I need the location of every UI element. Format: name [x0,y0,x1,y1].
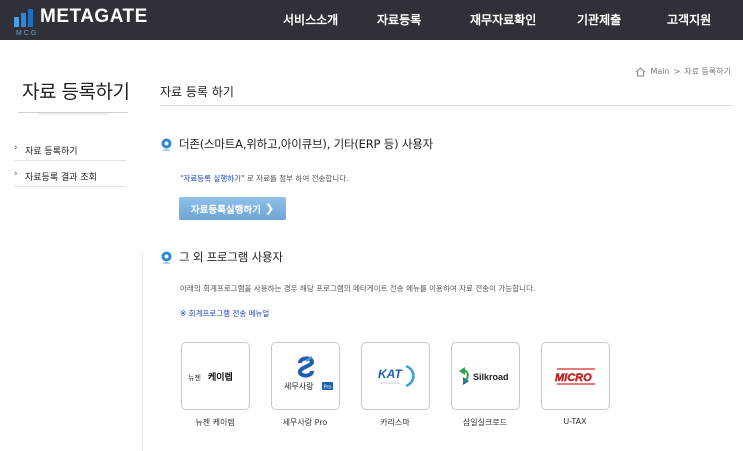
program-label: 카리스마 [380,418,410,427]
button-label: 자료등록실행하기 [190,204,261,216]
logo-bars-icon [14,9,36,27]
breadcrumb: Main > 자료 등록하기 [635,66,731,77]
program-tile-utax[interactable]: MICRO [541,342,610,410]
program-tile-karisma[interactable]: KAT [361,342,430,410]
note-highlight: "자료등록 실행하기" [180,174,245,183]
sidebar-title-shadow [38,113,108,116]
chevron-right-icon: › [14,169,18,179]
sidebar-item-label: 자료 등록하기 [25,147,78,157]
svg-text:KAT: KAT [378,367,403,381]
kat-logo: KAT [378,364,415,388]
breadcrumb-separator: > [673,67,681,76]
chevron-right-icon: ❯ [264,202,275,215]
logo-subtext: MCG [16,30,39,37]
nav-data-registration[interactable]: 자료등록 [377,0,421,40]
nav-customer-support[interactable]: 고객지원 [667,0,711,40]
program-tile-samil-silkroad[interactable]: Silkroad [451,342,520,410]
program-tile-newgen-krep[interactable]: 뉴젠 케이렙 [181,342,250,410]
top-navigation-bar: METAGATE MCG 서비스소개 자료등록 재무자료확인 기관제출 고객지원 [0,0,743,40]
home-icon[interactable] [635,66,646,77]
section-heading-other: 그 외 프로그램 사용자 [160,249,283,265]
location-pin-icon [161,251,172,264]
newgen-krep-logo: 뉴젠 케이렙 [188,371,233,383]
title-divider [160,105,733,106]
breadcrumb-home[interactable]: Main [650,67,669,76]
program-tile-semusarang[interactable]: 세무사랑 Pro [271,342,340,410]
sidebar-item-register[interactable]: › 자료 등록하기 [14,140,126,160]
silkroad-logo: Silkroad [458,367,509,385]
sidebar-divider [14,186,126,187]
section-heading-text: 그 외 프로그램 사용자 [179,250,283,264]
run-data-registration-button[interactable]: 자료등록실행하기 ❯ [179,197,286,220]
logo-text: METAGATE [40,6,148,27]
sidebar-item-label: 자료등록 결과 조회 [25,173,97,183]
sidebar-item-results[interactable]: › 자료등록 결과 조회 [14,166,126,186]
nav-financial-check[interactable]: 재무자료확인 [470,0,536,40]
sidebar-divider [14,160,126,161]
svg-text:Silkroad: Silkroad [473,372,509,382]
content-divider [142,252,143,451]
program-label: U-TAX [563,417,587,426]
svg-text:Pro: Pro [323,385,331,391]
chevron-right-icon: › [14,143,18,153]
transfer-manual-link[interactable]: ※ 회계프로그램 전송 메뉴얼 [180,308,269,319]
section-heading-text: 더존(스마트A,위하고,아이큐브), 기타(ERP 등) 사용자 [179,137,433,151]
note-text: 로 자료를 첨부 하여 전송합니다. [244,174,349,183]
program-label: 뉴젠 케이렙 [195,418,235,427]
nav-institution-submit[interactable]: 기관제출 [577,0,621,40]
location-pin-icon [161,138,172,151]
svg-text:케이렙: 케이렙 [208,371,233,383]
section2-note: 아래의 회계프로그램을 사용하는 경우 해당 프로그램의 메타게이트 전송 메뉴… [180,284,536,293]
micro-logo: MICRO [554,368,595,385]
program-label: 세무사랑 Pro [282,418,328,427]
nav-service-intro[interactable]: 서비스소개 [283,0,338,40]
program-label: 삼일실크로드 [462,418,508,427]
semusarang-logo: 세무사랑 Pro [284,356,333,391]
breadcrumb-current: 자료 등록하기 [684,67,731,76]
section1-note: "자료등록 실행하기" 로 자료를 첨부 하여 전송합니다. [180,173,349,184]
metagate-logo[interactable]: METAGATE MCG [14,6,147,37]
section-heading-douzone: 더존(스마트A,위하고,아이큐브), 기타(ERP 등) 사용자 [160,136,433,152]
svg-text:뉴젠: 뉴젠 [188,373,201,382]
svg-text:MICRO: MICRO [555,372,592,384]
svg-text:세무사랑: 세무사랑 [284,381,314,391]
page-title: 자료 등록 하기 [160,85,234,99]
sidebar-title: 자료 등록하기 [22,81,130,103]
